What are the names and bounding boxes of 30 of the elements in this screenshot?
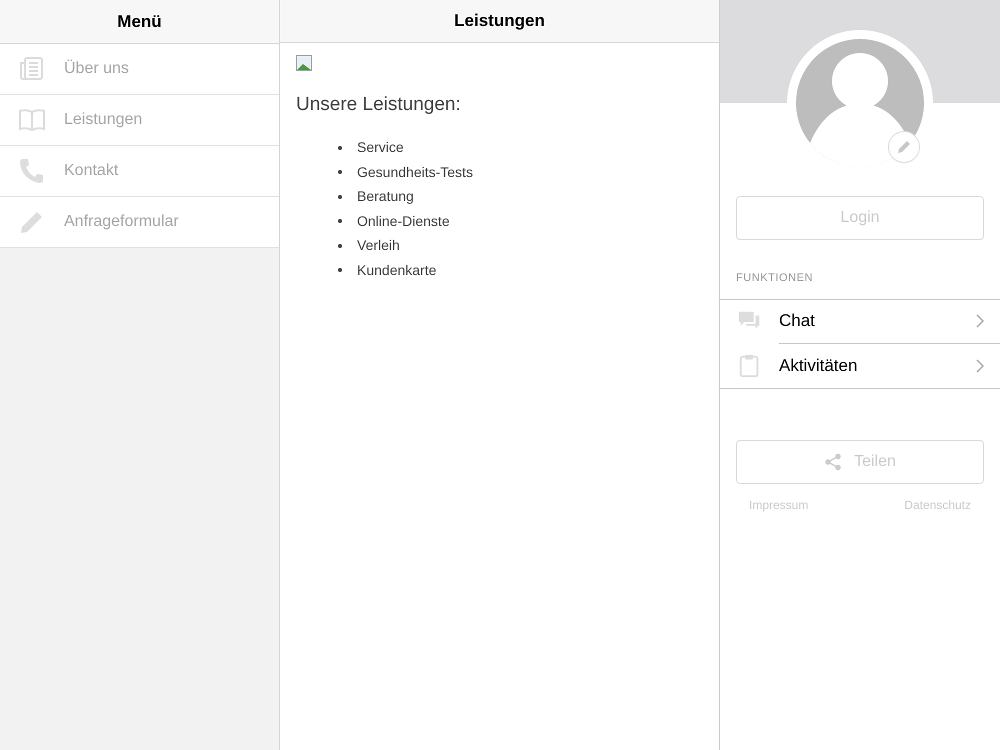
menu-item[interactable]: Kontakt — [64, 159, 118, 183]
function-row[interactable]: Chat — [720, 300, 1000, 344]
function-row[interactable]: Aktivitäten — [720, 344, 1000, 388]
list-item: Kundenkarte — [357, 260, 436, 280]
section-label: FUNKTIONEN — [735, 271, 814, 286]
menu-item[interactable]: Leistungen — [64, 108, 142, 132]
menu-item[interactable]: Anfrageformular — [64, 210, 179, 234]
list-item: Gesundheits-Tests — [357, 162, 473, 182]
bullet-icon — [338, 194, 342, 199]
bullet-icon — [338, 244, 342, 248]
share-icon — [824, 452, 842, 470]
chevron-right-icon — [976, 358, 984, 372]
list-item: Service — [357, 138, 404, 158]
pencil-icon — [896, 139, 912, 155]
menu-item[interactable]: Über uns — [64, 57, 129, 81]
bullet-icon — [338, 146, 342, 150]
menu-title: Menü — [117, 10, 162, 33]
bullet-icon — [338, 219, 342, 224]
list-item: Online-Dienste — [357, 212, 450, 231]
list-item: Verleih — [357, 236, 400, 256]
chevron-right-icon — [976, 314, 984, 328]
bullet-icon — [338, 170, 342, 174]
list-item: Beratung — [357, 187, 414, 206]
newspaper-icon — [18, 55, 46, 83]
phone-icon — [18, 157, 46, 185]
book-icon — [18, 106, 46, 134]
broken-image-icon — [296, 55, 312, 71]
section-heading: Unsere Leistungen: — [296, 93, 462, 117]
page-title: Leistungen — [454, 10, 545, 32]
bullet-icon — [338, 268, 342, 272]
